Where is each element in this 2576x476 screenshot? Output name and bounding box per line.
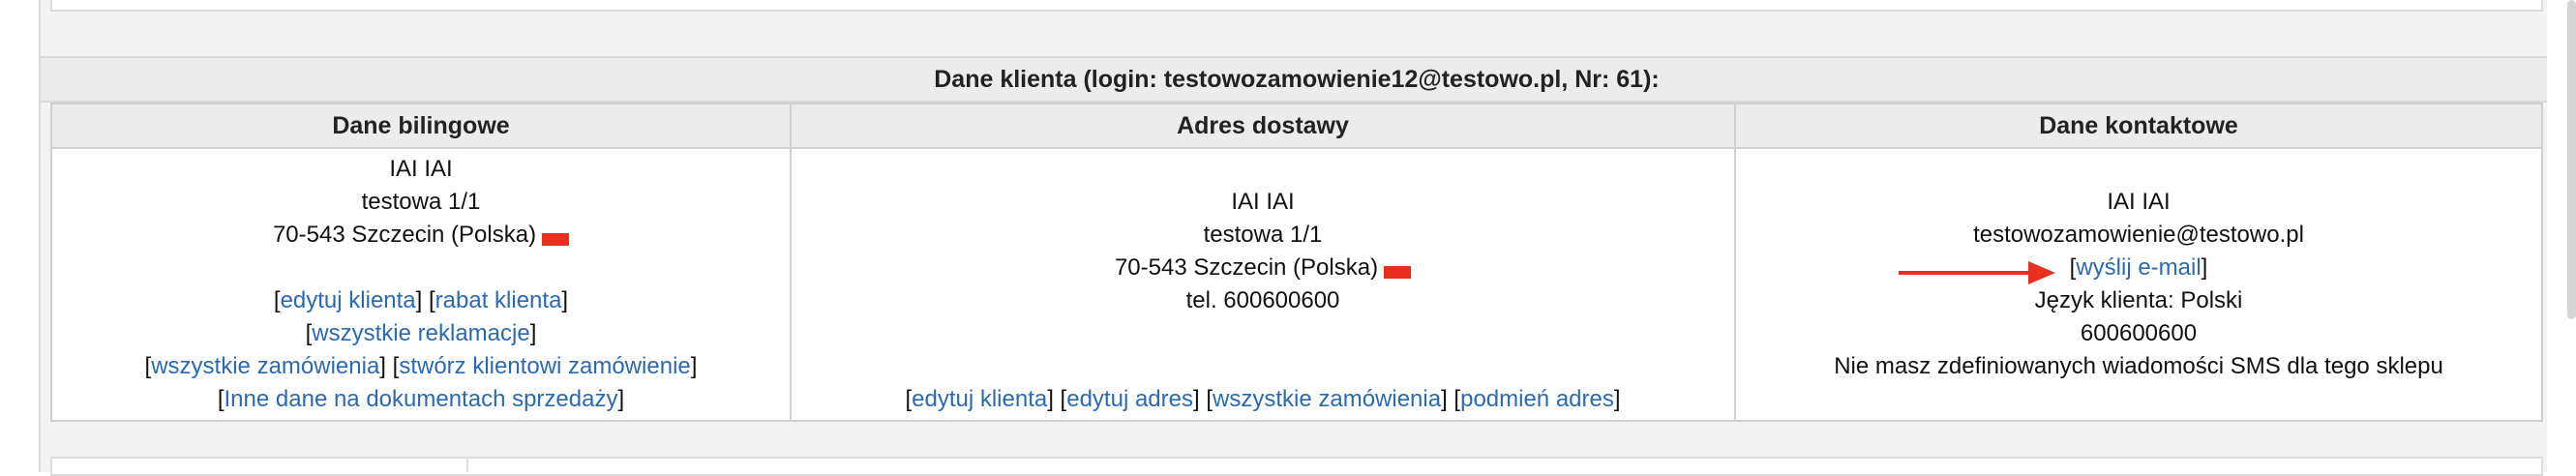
contact-name: IAI IAI [2107,189,2171,215]
shipping-header: Adres dostawy [792,104,1734,149]
replace-address-link[interactable]: podmień adres [1460,386,1614,412]
shipping-body: IAI IAI testowa 1/1 70-543 Szczecin (Pol… [792,149,1734,420]
bottom-section-box [50,457,2543,476]
annotation-arrow-icon [1899,261,2055,284]
create-order-link[interactable]: stwórz klientowi zamówienie [399,353,690,379]
sms-note: Nie masz zdefiniowanych wiadomości SMS d… [1834,353,2443,379]
right-gutter [2547,0,2576,472]
all-orders-link[interactable]: wszystkie zamówienia [151,353,379,379]
scrollbar-thumb[interactable] [2567,0,2576,319]
top-section-box [50,0,2543,12]
all-complaints-link[interactable]: wszystkie reklamacje [312,320,529,346]
other-docs-link[interactable]: Inne dane na dokumentach sprzedaży [225,386,618,412]
billing-links-row-4: [Inne dane na dokumentach sprzedaży] [217,386,625,412]
all-orders-link[interactable]: wszystkie zamówienia [1213,386,1441,412]
customer-panel: Dane klienta (login: testowozamowienie12… [39,0,2555,476]
bottom-divider [466,457,468,472]
billing-street: testowa 1/1 [361,189,481,215]
billing-body: IAI IAI testowa 1/1 70-543 Szczecin (Pol… [52,149,790,420]
contact-email: testowozamowienie@testowo.pl [1973,222,2304,248]
shipping-street: testowa 1/1 [1203,222,1323,248]
shipping-city: 70-543 Szczecin (Polska) [1114,254,1379,281]
shipping-name: IAI IAI [1231,189,1295,215]
billing-name: IAI IAI [389,156,453,182]
contact-phone: 600600600 [2080,320,2198,346]
customer-section-header: Dane klienta (login: testowozamowienie12… [41,56,2553,103]
shipping-phone: tel. 600600600 [1185,287,1340,313]
shipping-column: Adres dostawy IAI IAI testowa 1/1 70-543… [790,104,1734,420]
billing-links-row-1: [edytuj klienta] [rabat klienta] [273,287,569,313]
billing-city: 70-543 Szczecin (Polska) [272,222,537,248]
country-flag-icon [1384,266,1412,280]
billing-column: Dane bilingowe IAI IAI testowa 1/1 70-54… [52,104,790,420]
billing-city-line: 70-543 Szczecin (Polska) [272,219,570,252]
contact-language: Język klienta: Polski [2034,287,2243,313]
country-flag-icon [542,233,570,247]
contact-title: Dane kontaktowe [2039,111,2238,139]
shipping-city-line: 70-543 Szczecin (Polska) [1114,252,1412,284]
customer-data-table: Dane bilingowe IAI IAI testowa 1/1 70-54… [50,103,2543,422]
billing-links-row-2: [wszystkie reklamacje] [305,320,537,346]
edit-address-link[interactable]: edytuj adres [1066,386,1193,412]
shipping-links-row: [edytuj klienta] [edytuj adres] [wszystk… [905,386,1621,412]
send-email-link[interactable]: wyślij e-mail [2076,254,2201,281]
edit-client-link[interactable]: edytuj klienta [912,386,1047,412]
shipping-title: Adres dostawy [1177,111,1349,139]
billing-header: Dane bilingowe [52,104,790,149]
billing-title: Dane bilingowe [332,111,510,139]
contact-header: Dane kontaktowe [1736,104,2541,149]
contact-column: Dane kontaktowe IAI IAI testowozamowieni… [1734,104,2541,420]
customer-section-title: Dane klienta (login: testowozamowienie12… [934,65,1660,93]
client-discount-link[interactable]: rabat klienta [435,287,562,313]
send-email-row: [wyślij e-mail] [2069,254,2208,281]
left-gutter [0,0,39,472]
edit-client-link[interactable]: edytuj klienta [281,287,416,313]
contact-body: IAI IAI testowozamowienie@testowo.pl [wy… [1736,149,2541,420]
billing-links-row-3: [wszystkie zamówienia] [stwórz klientowi… [144,353,698,379]
